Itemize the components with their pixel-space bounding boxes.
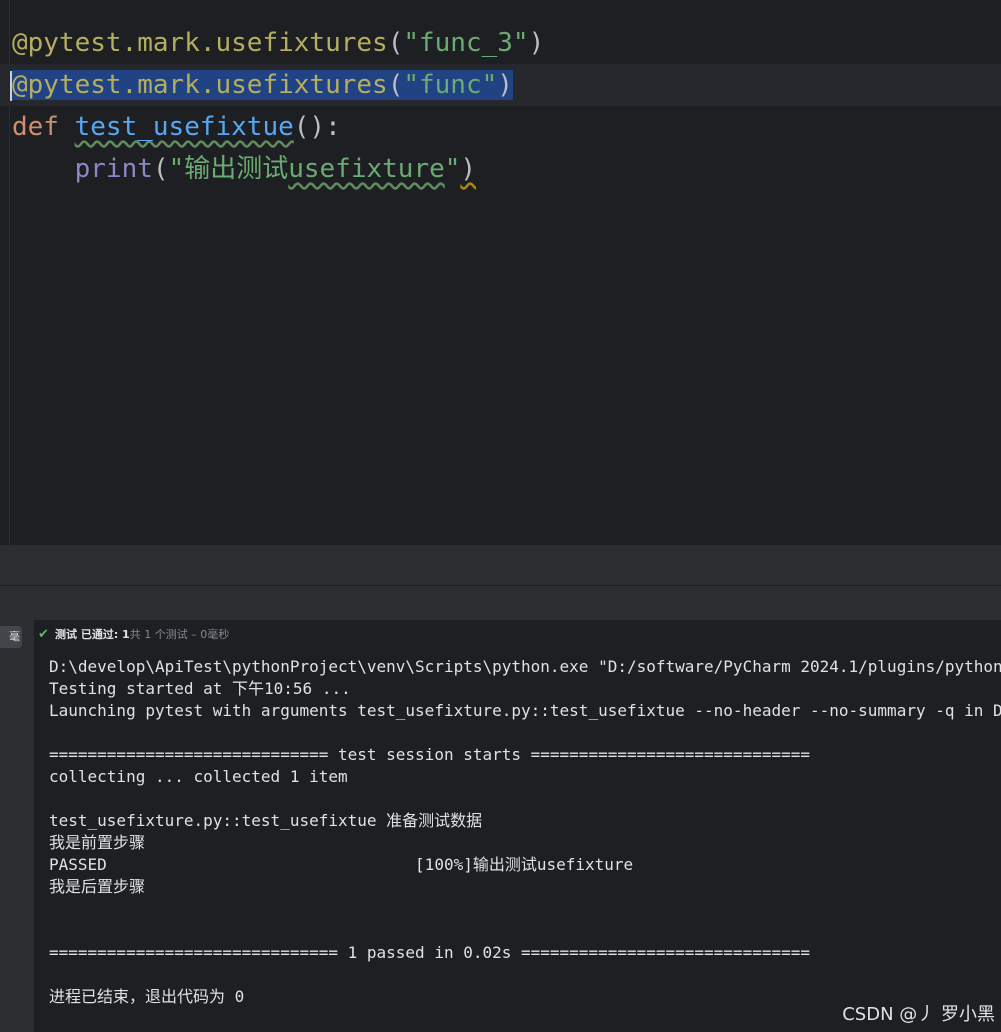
console-line: Testing started at 下午10:56 ... bbox=[49, 679, 351, 698]
decorator-name: pytest.mark.usefixtures bbox=[27, 28, 388, 58]
console-line: ============================== 1 passed … bbox=[49, 943, 810, 962]
console-line: test_usefixture.py::test_usefixtue 准备测试数… bbox=[49, 811, 483, 830]
test-status-bar: ✔ 测试 已通过: 1共 1 个测试 – 0毫秒 bbox=[34, 620, 1001, 650]
paren: ( bbox=[152, 154, 169, 184]
function-signature-tail: (): bbox=[293, 112, 341, 142]
code-line-3[interactable]: def test_usefixtue(): bbox=[12, 106, 341, 148]
string-literal: " bbox=[444, 154, 461, 184]
paren: ( bbox=[387, 70, 404, 100]
run-console[interactable]: D:\develop\ApiTest\pythonProject\venv\Sc… bbox=[34, 650, 1001, 1032]
paren: ) bbox=[528, 28, 545, 58]
code-line-4[interactable]: print("输出测试usefixture") bbox=[12, 148, 476, 190]
def-keyword: def bbox=[12, 112, 59, 142]
console-line: ============================= test sessi… bbox=[49, 745, 810, 764]
console-line: collecting ... collected 1 item bbox=[49, 767, 348, 786]
console-line: PASSED [100%]输出测试usefixture bbox=[49, 855, 634, 874]
decorator-at: @ bbox=[12, 70, 28, 100]
test-status-text: 测试 已通过: 1共 1 个测试 – 0毫秒 bbox=[55, 620, 229, 650]
paren: ) bbox=[460, 154, 477, 184]
watermark: CSDN @丿 罗小黑 bbox=[842, 1004, 995, 1025]
console-line: 我是前置步骤 bbox=[49, 833, 146, 852]
code-line-2[interactable]: @pytest.mark.usefixtures("func") bbox=[10, 64, 513, 106]
string-literal: "输出测试 bbox=[168, 154, 289, 184]
console-line: Launching pytest with arguments test_use… bbox=[49, 701, 1001, 720]
passed-count: 测试 已通过: 1 bbox=[55, 628, 130, 641]
console-line: D:\develop\ApiTest\pythonProject\venv\Sc… bbox=[49, 657, 1001, 676]
console-line: 进程已结束，退出代码为 0 bbox=[49, 987, 245, 1006]
code-editor[interactable]: @pytest.mark.usefixtures("func_3") @pyte… bbox=[0, 0, 1001, 545]
string-literal: "func_3" bbox=[403, 28, 529, 58]
string-literal: "func" bbox=[403, 70, 498, 100]
editor-tool-divider bbox=[0, 545, 1001, 585]
code-line-1[interactable]: @pytest.mark.usefixtures("func_3") bbox=[12, 22, 544, 64]
test-tree-panel[interactable] bbox=[0, 620, 34, 1032]
console-line: 我是后置步骤 bbox=[49, 877, 146, 896]
function-name: test_usefixtue bbox=[74, 112, 294, 142]
paren: ( bbox=[387, 28, 404, 58]
decorator-at: @ bbox=[12, 28, 28, 58]
string-literal-typo: usefixture bbox=[288, 154, 445, 184]
decorator-name: pytest.mark.usefixtures bbox=[27, 70, 388, 100]
print-builtin: print bbox=[74, 154, 153, 184]
duration-badge: 毫秒 bbox=[0, 626, 22, 648]
check-icon: ✔ bbox=[38, 627, 49, 642]
paren: ) bbox=[497, 70, 513, 100]
test-summary-detail: 共 1 个测试 – 0毫秒 bbox=[129, 628, 230, 641]
run-toolwindow-header bbox=[0, 586, 1001, 620]
